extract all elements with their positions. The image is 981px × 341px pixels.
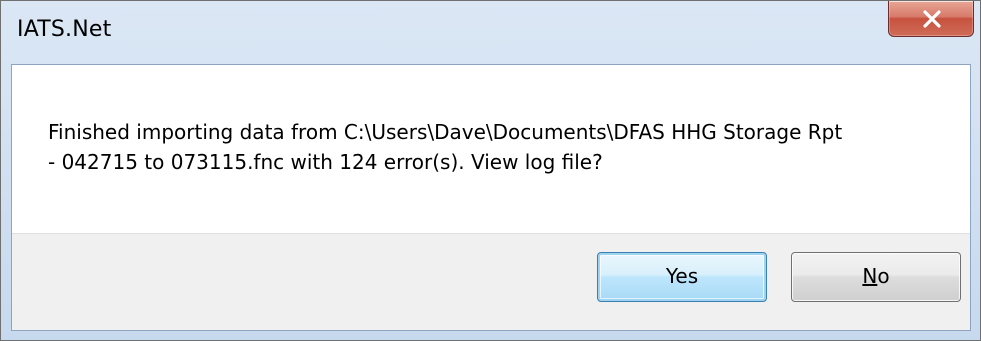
close-button[interactable] (888, 1, 974, 37)
title-bar[interactable]: IATS.Net (1, 1, 980, 67)
no-button-label: o (877, 264, 890, 288)
dialog-body: Finished importing data from C:\Users\Da… (11, 64, 971, 331)
message-text: Finished importing data from C:\Users\Da… (48, 117, 948, 177)
no-button[interactable]: No (791, 252, 961, 302)
yes-button[interactable]: Yes (597, 252, 767, 302)
message-line-1: Finished importing data from C:\Users\Da… (48, 120, 843, 144)
close-icon (923, 10, 941, 28)
no-button-mnemonic: N (862, 264, 878, 288)
window-title: IATS.Net (17, 17, 112, 42)
message-line-2: - 042715 to 073115.fnc with 124 error(s)… (48, 150, 603, 174)
message-area: Finished importing data from C:\Users\Da… (12, 65, 970, 233)
dialog-window: IATS.Net Finished importing data from C:… (0, 0, 981, 341)
